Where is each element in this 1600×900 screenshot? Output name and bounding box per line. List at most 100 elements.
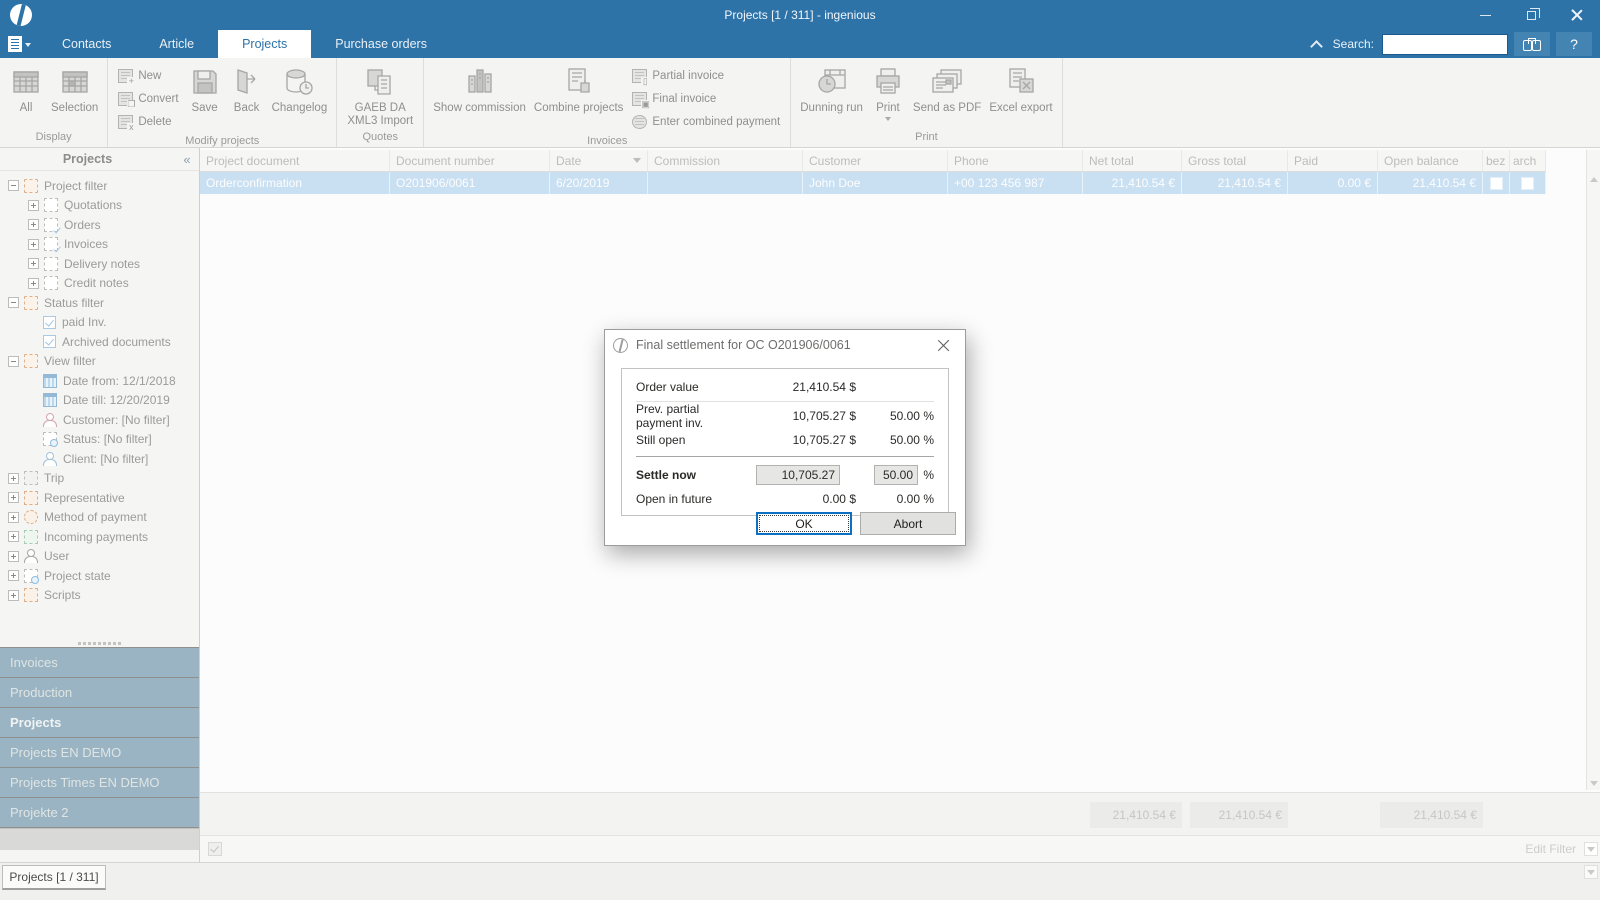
advanced-search-button[interactable] (1514, 32, 1550, 56)
settle-percent-input[interactable] (874, 465, 918, 485)
partial-invoice-button[interactable]: ▯ Partial invoice (628, 64, 784, 87)
checked-checkbox-icon[interactable] (43, 315, 56, 329)
column-header-gross-total[interactable]: Gross total (1182, 150, 1288, 171)
collapse-ribbon-icon[interactable] (1311, 39, 1321, 49)
final-invoice-button[interactable]: ▣ Final invoice (628, 87, 784, 110)
panel-invoices[interactable]: Invoices (0, 648, 199, 678)
print-dropdown-icon[interactable] (884, 116, 891, 121)
all-button[interactable]: All (6, 62, 46, 117)
restore-button[interactable] (1508, 0, 1554, 30)
tree-item-representative[interactable]: Representative (0, 488, 199, 508)
column-header-document-number[interactable]: Document number (390, 150, 550, 171)
column-header-arch[interactable]: arch (1510, 150, 1546, 171)
tree-item-project-filter[interactable]: Project filter (0, 176, 199, 196)
filter-dropdown-icon[interactable] (1584, 842, 1598, 856)
new-button[interactable]: + New (114, 64, 182, 87)
tree-item-scripts[interactable]: Scripts (0, 586, 199, 606)
tree-item-paid-inv[interactable]: paid Inv. (0, 313, 199, 333)
save-button[interactable]: Save (185, 62, 225, 117)
tree-item-quotations[interactable]: Quotations (0, 196, 199, 216)
expand-node-icon[interactable] (28, 258, 39, 270)
tree-item-project-state[interactable]: Project state (0, 566, 199, 586)
arch-checkbox[interactable] (1521, 176, 1534, 190)
expand-node-icon[interactable] (8, 550, 19, 562)
tree-item-credit-notes[interactable]: Credit notes (0, 274, 199, 294)
column-header-bez[interactable]: bez (1483, 150, 1510, 171)
column-header-project-document[interactable]: Project document (200, 150, 390, 171)
search-input[interactable] (1382, 33, 1508, 55)
tab-contacts[interactable]: Contacts (38, 30, 135, 58)
minimize-button[interactable] (1462, 0, 1508, 30)
abort-button[interactable]: Abort (860, 512, 956, 535)
filter-checkbox[interactable] (208, 842, 222, 856)
tree-item-view-filter[interactable]: View filter (0, 352, 199, 372)
settle-amount-input[interactable] (756, 465, 840, 485)
panel-projects[interactable]: Projects (0, 708, 199, 738)
convert-button[interactable]: ❐ Convert (114, 87, 182, 110)
tree-item-orders[interactable]: Orders (0, 215, 199, 235)
gaeb-import-button[interactable]: GAEB DA XML3 Import (343, 62, 417, 129)
scroll-up-icon[interactable] (1588, 172, 1600, 186)
expand-node-icon[interactable] (8, 589, 19, 601)
collapse-node-icon[interactable] (8, 355, 19, 367)
panel-projects-times-en-demo[interactable]: Projects Times EN DEMO (0, 768, 199, 798)
tree-item-date-from[interactable]: Date from: 12/1/2018 (0, 371, 199, 391)
tree-item-client-filter[interactable]: Client: [No filter] (0, 449, 199, 469)
column-header-net-total[interactable]: Net total (1083, 150, 1182, 171)
panel-projects-en-demo[interactable]: Projects EN DEMO (0, 738, 199, 768)
tab-article[interactable]: Article (135, 30, 218, 58)
dunning-run-button[interactable]: Dunning run (797, 62, 866, 117)
main-menu-button[interactable] (0, 30, 38, 58)
close-button[interactable] (1554, 0, 1600, 30)
tree-item-delivery-notes[interactable]: Delivery notes (0, 254, 199, 274)
expand-node-icon[interactable] (28, 199, 39, 211)
expand-node-icon[interactable] (28, 277, 39, 289)
vertical-scrollbar[interactable] (1586, 150, 1600, 790)
column-header-date[interactable]: Date (550, 150, 648, 171)
column-header-phone[interactable]: Phone (948, 150, 1083, 171)
column-header-customer[interactable]: Customer (803, 150, 948, 171)
grid-row-selected[interactable]: Orderconfirmation O201906/0061 6/20/2019… (200, 172, 1546, 194)
tree-item-status-filter[interactable]: Status filter (0, 293, 199, 313)
tree-item-archived-documents[interactable]: Archived documents (0, 332, 199, 352)
enter-combined-payment-button[interactable]: Enter combined payment (628, 110, 784, 133)
statusbar-tab-projects[interactable]: Projects [1 / 311] (2, 865, 106, 890)
column-header-open-balance[interactable]: Open balance (1378, 150, 1483, 171)
collapse-node-icon[interactable] (8, 297, 19, 309)
tree-item-method-of-payment[interactable]: Method of payment (0, 508, 199, 528)
tree-item-status[interactable]: Status: [No filter] (0, 430, 199, 450)
expand-node-icon[interactable] (8, 570, 19, 582)
help-button[interactable]: ? (1556, 32, 1592, 56)
ok-button[interactable]: OK (756, 512, 852, 535)
tree-item-incoming-payments[interactable]: Incoming payments (0, 527, 199, 547)
tree-item-trip[interactable]: Trip (0, 469, 199, 489)
expand-node-icon[interactable] (28, 219, 39, 231)
tree-item-invoices[interactable]: Invoices (0, 235, 199, 255)
expand-node-icon[interactable] (8, 511, 19, 523)
panel-projekte-2[interactable]: Projekte 2 (0, 798, 199, 828)
dialog-close-icon[interactable] (929, 334, 957, 356)
checked-checkbox-icon[interactable] (43, 335, 56, 349)
back-button[interactable]: Back (227, 62, 267, 117)
sidebar-splitter[interactable] (0, 639, 199, 647)
tab-projects[interactable]: Projects (218, 30, 312, 58)
tab-purchase-orders[interactable]: Purchase orders (311, 30, 451, 58)
expand-node-icon[interactable] (28, 238, 39, 250)
tree-item-date-till[interactable]: Date till: 12/20/2019 (0, 391, 199, 411)
excel-export-button[interactable]: Excel export (986, 62, 1055, 117)
bez-checkbox[interactable] (1489, 176, 1503, 190)
column-header-paid[interactable]: Paid (1288, 150, 1378, 171)
tree-item-user[interactable]: User (0, 547, 199, 567)
changelog-button[interactable]: Changelog (269, 62, 331, 117)
combine-projects-button[interactable]: Combine projects (531, 62, 626, 117)
expand-node-icon[interactable] (8, 531, 19, 543)
print-button[interactable]: Print (868, 62, 908, 123)
delete-button[interactable]: x Delete (114, 110, 182, 133)
selection-button[interactable]: Selection (48, 62, 101, 117)
collapse-node-icon[interactable] (8, 180, 19, 192)
show-commission-button[interactable]: Show commission (430, 62, 529, 117)
expand-node-icon[interactable] (8, 492, 19, 504)
scroll-down-icon[interactable] (1588, 776, 1600, 790)
expand-node-icon[interactable] (8, 472, 19, 484)
sidebar-collapse-icon[interactable] (175, 152, 199, 167)
